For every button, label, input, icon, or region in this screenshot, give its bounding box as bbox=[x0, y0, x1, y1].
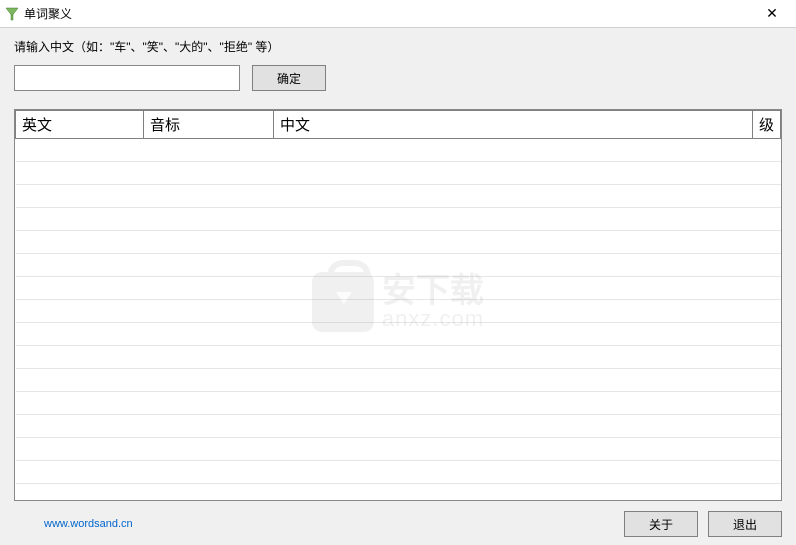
website-link[interactable]: www.wordsand.cn bbox=[44, 518, 133, 530]
table-row bbox=[16, 323, 781, 346]
table-row bbox=[16, 461, 781, 484]
prompt-label: 请输入中文（如："车"、"笑"、"大的"、"拒绝" 等） bbox=[14, 38, 782, 55]
table-header-row: 英文 音标 中文 级 bbox=[16, 111, 781, 139]
header-chinese[interactable]: 中文 bbox=[274, 111, 753, 139]
footer: www.wordsand.cn 关于 退出 bbox=[14, 501, 782, 537]
close-icon: ✕ bbox=[766, 5, 778, 22]
table-row bbox=[16, 277, 781, 300]
table-row bbox=[16, 208, 781, 231]
table-row bbox=[16, 346, 781, 369]
exit-button[interactable]: 退出 bbox=[708, 511, 782, 537]
header-phonetic[interactable]: 音标 bbox=[144, 111, 274, 139]
table-body bbox=[16, 139, 781, 484]
table-row bbox=[16, 392, 781, 415]
table-row bbox=[16, 139, 781, 162]
input-row: 确定 bbox=[14, 65, 782, 91]
app-icon bbox=[4, 6, 20, 22]
about-button[interactable]: 关于 bbox=[624, 511, 698, 537]
table-row bbox=[16, 162, 781, 185]
chinese-input[interactable] bbox=[14, 65, 240, 91]
table-row bbox=[16, 185, 781, 208]
titlebar: 单词聚义 ✕ bbox=[0, 0, 796, 28]
table-row bbox=[16, 231, 781, 254]
header-english[interactable]: 英文 bbox=[16, 111, 144, 139]
close-button[interactable]: ✕ bbox=[752, 0, 792, 28]
table-row bbox=[16, 415, 781, 438]
table-row bbox=[16, 369, 781, 392]
table-row bbox=[16, 254, 781, 277]
window-title: 单词聚义 bbox=[24, 5, 752, 22]
results-table: 英文 音标 中文 级 bbox=[15, 110, 781, 484]
table-row bbox=[16, 300, 781, 323]
header-level[interactable]: 级 bbox=[753, 111, 781, 139]
client-area: 请输入中文（如："车"、"笑"、"大的"、"拒绝" 等） 确定 英文 音标 中文… bbox=[0, 28, 796, 545]
table-row bbox=[16, 438, 781, 461]
confirm-button[interactable]: 确定 bbox=[252, 65, 326, 91]
results-table-wrap: 英文 音标 中文 级 bbox=[14, 109, 782, 501]
